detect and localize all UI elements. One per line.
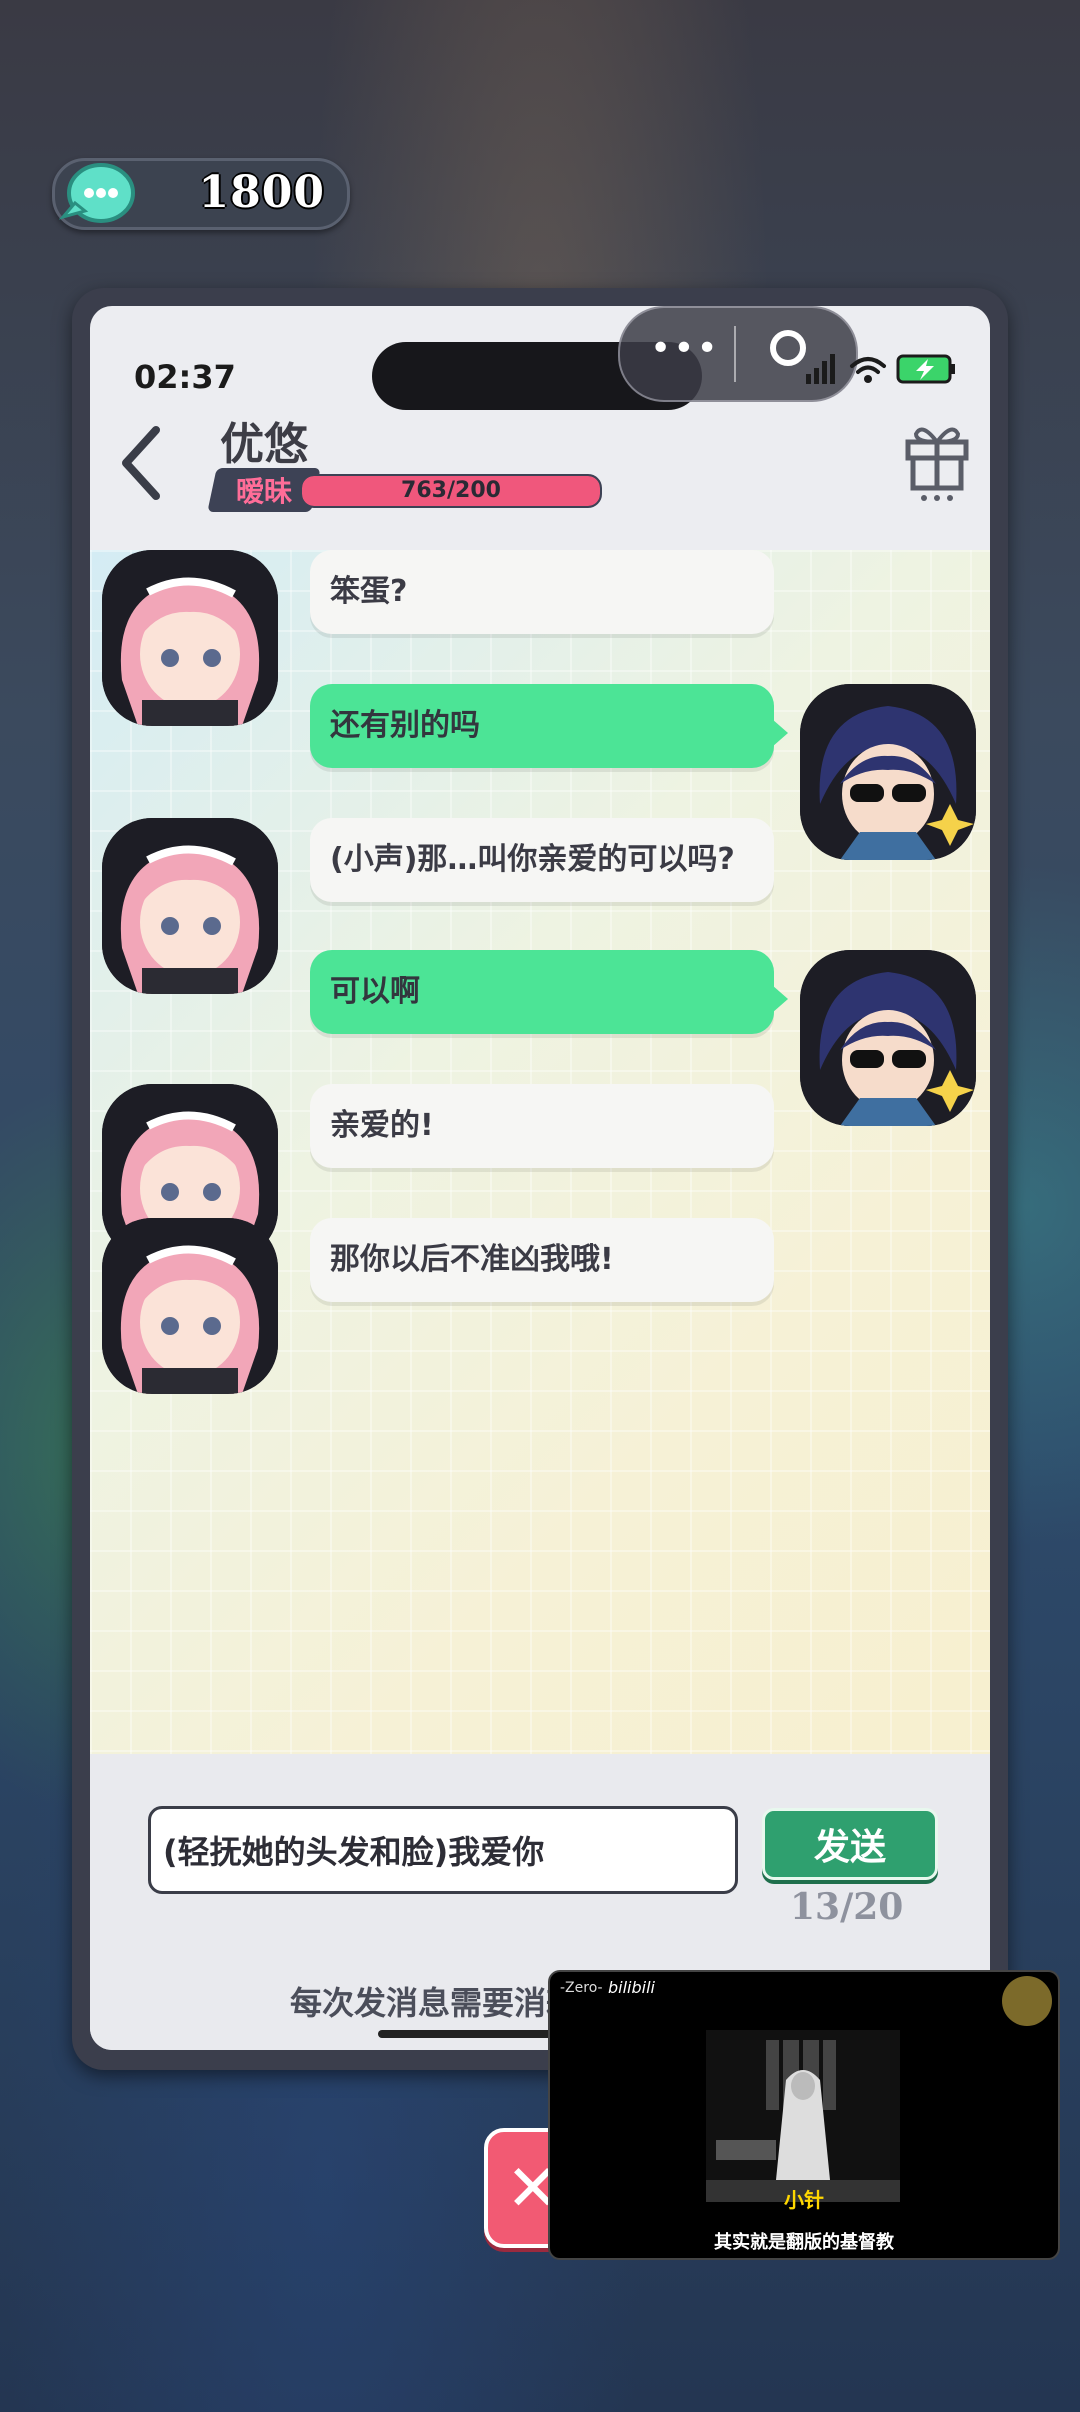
- wifi-icon: [850, 357, 886, 374]
- signal-icon: [806, 354, 835, 384]
- gift-icon[interactable]: [902, 418, 972, 502]
- message-bubble: 那你以后不准凶我哦!: [310, 1218, 774, 1302]
- back-icon[interactable]: [112, 418, 172, 508]
- message-bubble: 还有别的吗: [310, 684, 788, 768]
- chat-bubble-coin-icon: [59, 163, 135, 223]
- girl-avatar[interactable]: [102, 550, 278, 726]
- capsule-divider: [734, 326, 736, 382]
- message-bubble: 笨蛋?: [310, 550, 774, 634]
- girl-avatar[interactable]: [102, 1218, 278, 1394]
- currency-display: 1800: [52, 158, 350, 230]
- video-frame-illustration: [706, 2030, 900, 2202]
- status-icons: [806, 354, 955, 384]
- phone-frame: 02:37 ••• 优悠 暧昧 763/200 笨蛋? 还有别的吗 (小声)那……: [72, 288, 1008, 2070]
- relationship-label: 暧昧: [235, 475, 292, 508]
- video-source-label: -Zero-: [560, 1980, 603, 1996]
- send-button[interactable]: 发送: [762, 1808, 938, 1880]
- battery-icon: [896, 354, 955, 384]
- message-bubble: (小声)那…叫你亲爱的可以吗?: [310, 818, 774, 902]
- chat-history[interactable]: 笨蛋? 还有别的吗 (小声)那…叫你亲爱的可以吗? 可以啊 亲爱的! 那你以后不…: [90, 550, 990, 1754]
- more-icon[interactable]: •••: [650, 328, 720, 369]
- player-avatar[interactable]: [800, 684, 976, 860]
- floating-video-window[interactable]: -Zero- bilibili 小针 其实就是翻版的基督教: [548, 1970, 1060, 2260]
- relationship-progress-bar: 763/200: [300, 474, 602, 508]
- bilibili-logo: bilibili: [608, 1978, 655, 1997]
- chat-screen: 02:37 ••• 优悠 暧昧 763/200 笨蛋? 还有别的吗 (小声)那……: [90, 306, 990, 2050]
- player-avatar[interactable]: [800, 950, 976, 1126]
- message-bubble: 可以啊: [310, 950, 788, 1034]
- contact-name: 优悠: [220, 419, 308, 470]
- video-caption: 其实就是翻版的基督教: [714, 2232, 894, 2253]
- message-input[interactable]: [148, 1806, 738, 1894]
- message-bubble: 亲爱的!: [310, 1084, 774, 1168]
- message-counter: 13/20: [790, 1886, 904, 1928]
- relationship-progress-text: 763/200: [401, 478, 501, 503]
- status-time: 02:37: [134, 358, 236, 396]
- girl-avatar[interactable]: [102, 818, 278, 994]
- currency-value: 1800: [198, 167, 325, 218]
- uploader-avatar[interactable]: [1002, 1976, 1052, 2026]
- video-caption-highlight: 小针: [784, 2188, 824, 2212]
